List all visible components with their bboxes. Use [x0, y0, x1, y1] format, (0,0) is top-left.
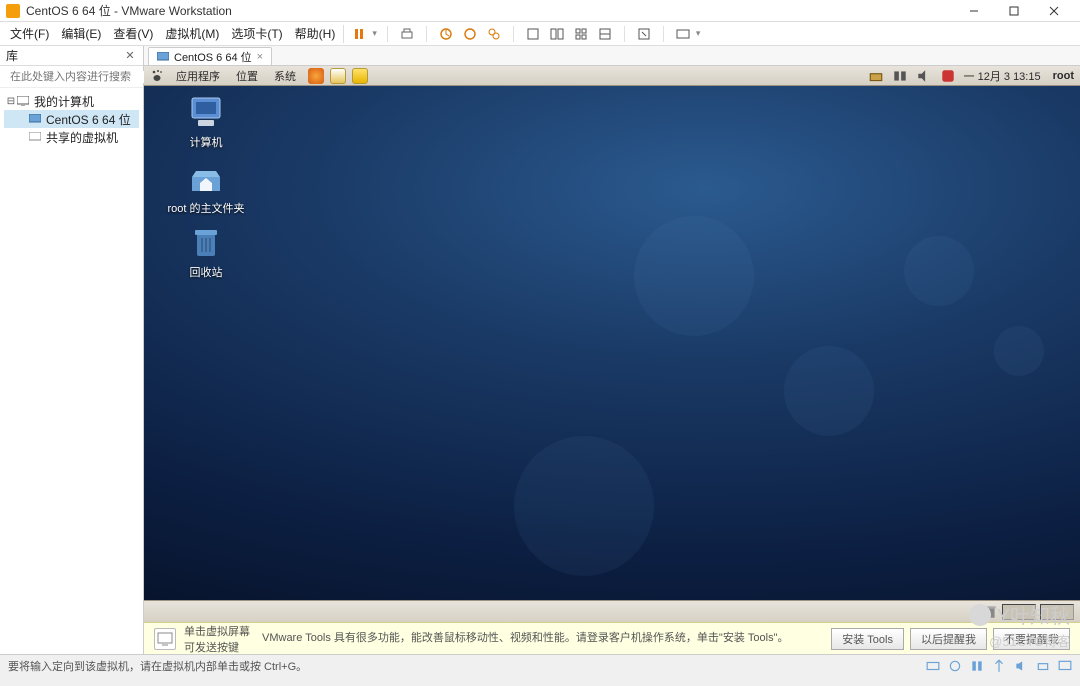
gnome-user[interactable]: root — [1053, 70, 1074, 82]
window-titlebar: CentOS 6 64 位 - VMware Workstation — [0, 0, 1080, 22]
shared-vm-icon — [28, 131, 42, 143]
desktop-trash-label: 回收站 — [164, 264, 248, 280]
fullscreen-icon[interactable] — [635, 25, 653, 43]
vm-tab[interactable]: CentOS 6 64 位 × — [148, 47, 272, 65]
view-unity-icon[interactable] — [596, 25, 614, 43]
library-search[interactable] — [0, 66, 143, 88]
gnome-foot-icon — [150, 69, 164, 83]
view-multi-icon[interactable] — [548, 25, 566, 43]
tree-my-computer[interactable]: ⊟ 我的计算机 — [4, 92, 139, 110]
library-close-icon[interactable]: ✕ — [123, 49, 137, 63]
library-tree: ⊟ 我的计算机 CentOS 6 64 位 共享的虚拟机 — [0, 88, 143, 150]
window-title: CentOS 6 64 位 - VMware Workstation — [26, 2, 954, 19]
menu-file[interactable]: 文件(F) — [4, 22, 55, 45]
vm-tab-icon — [157, 51, 169, 63]
notes-icon[interactable] — [352, 68, 368, 84]
volume-icon[interactable] — [916, 68, 932, 84]
gnome-clock[interactable]: 一 12月 3 13:15 — [964, 68, 1041, 84]
tree-item-label: CentOS 6 64 位 — [46, 111, 131, 128]
status-text: 要将输入定向到该虚拟机，请在虚拟机内部单击或按 Ctrl+G。 — [8, 658, 307, 674]
close-button[interactable] — [1034, 0, 1074, 22]
update-icon[interactable] — [868, 68, 884, 84]
gnome-desktop[interactable]: 计算机 root 的主文件夹 回收站 — [144, 86, 1080, 600]
suspend-icon[interactable] — [350, 25, 368, 43]
menu-view[interactable]: 查看(V) — [107, 22, 159, 45]
tree-item-shared[interactable]: 共享的虚拟机 — [4, 128, 139, 146]
install-tools-button[interactable]: 安装 Tools — [831, 628, 904, 650]
device-harddisk-icon[interactable] — [926, 659, 940, 673]
firefox-icon[interactable] — [308, 68, 324, 84]
send-ctrl-alt-del-icon[interactable] — [398, 25, 416, 43]
device-printer-icon[interactable] — [1036, 659, 1050, 673]
view-thumbnail-icon[interactable] — [572, 25, 590, 43]
power-off-icon[interactable] — [940, 68, 956, 84]
workspace-1[interactable] — [1002, 604, 1036, 620]
gnome-menu-places[interactable]: 位置 — [228, 68, 266, 84]
device-sound-icon[interactable] — [1014, 659, 1028, 673]
never-remind-button[interactable]: 不要提醒我 — [993, 628, 1070, 650]
menu-edit[interactable]: 编辑(E) — [55, 22, 107, 45]
workspace-2[interactable] — [1040, 604, 1074, 620]
power-dropdown-icon[interactable]: ▾ — [372, 28, 377, 39]
trash-applet-icon[interactable] — [982, 604, 998, 620]
guest-display[interactable]: 应用程序 位置 系统 一 12月 3 13:15 root — [144, 66, 1080, 622]
hint-message: VMware Tools 具有很多功能，能改善鼠标移动性、视频和性能。请登录客户… — [262, 631, 831, 645]
hint-line2: 可发送按键 — [184, 639, 250, 655]
snapshot-take-icon[interactable] — [437, 25, 455, 43]
gnome-bottom-panel — [144, 600, 1080, 622]
library-search-input[interactable] — [10, 71, 152, 83]
menu-help[interactable]: 帮助(H) — [289, 22, 342, 45]
stretch-icon[interactable] — [674, 25, 692, 43]
minimize-button[interactable] — [954, 0, 994, 22]
desktop-trash-icon[interactable]: 回收站 — [164, 226, 248, 280]
desktop-computer-label: 计算机 — [164, 134, 248, 150]
library-header: 库 ✕ — [0, 46, 143, 66]
remind-later-button[interactable]: 以后提醒我 — [910, 628, 987, 650]
menu-vm[interactable]: 虚拟机(M) — [159, 22, 225, 45]
tree-item-label: 共享的虚拟机 — [46, 129, 118, 146]
device-network-icon[interactable] — [970, 659, 984, 673]
monitor-icon — [16, 95, 30, 107]
tree-root-label: 我的计算机 — [34, 93, 94, 110]
device-display-icon[interactable] — [1058, 659, 1072, 673]
menu-tabs[interactable]: 选项卡(T) — [225, 22, 288, 45]
app-icon — [6, 4, 20, 18]
desktop-home-icon[interactable]: root 的主文件夹 — [164, 162, 248, 216]
tree-item-centos[interactable]: CentOS 6 64 位 — [4, 110, 139, 128]
hint-screen-icon — [154, 628, 176, 650]
maximize-button[interactable] — [994, 0, 1034, 22]
library-panel: 库 ✕ ⊟ 我的计算机 CentOS 6 64 位 共享的虚拟机 — [0, 46, 144, 654]
network-icon[interactable] — [892, 68, 908, 84]
tab-strip: CentOS 6 64 位 × — [144, 46, 1080, 66]
tab-close-icon[interactable]: × — [257, 51, 263, 63]
library-title: 库 — [6, 47, 123, 64]
snapshot-manager-icon[interactable] — [485, 25, 503, 43]
vm-tab-label: CentOS 6 64 位 — [174, 49, 252, 65]
desktop-home-label: root 的主文件夹 — [164, 200, 248, 216]
snapshot-revert-icon[interactable] — [461, 25, 479, 43]
desktop-computer-icon[interactable]: 计算机 — [164, 96, 248, 150]
gnome-menu-system[interactable]: 系统 — [266, 68, 304, 84]
file-manager-icon[interactable] — [330, 68, 346, 84]
vm-icon — [28, 113, 42, 125]
menu-bar: 文件(F) 编辑(E) 查看(V) 虚拟机(M) 选项卡(T) 帮助(H) ▾ … — [0, 22, 1080, 46]
device-cd-icon[interactable] — [948, 659, 962, 673]
gnome-menu-applications[interactable]: 应用程序 — [168, 68, 228, 84]
status-bar: 要将输入定向到该虚拟机，请在虚拟机内部单击或按 Ctrl+G。 — [0, 654, 1080, 676]
gnome-top-panel: 应用程序 位置 系统 一 12月 3 13:15 root — [144, 66, 1080, 86]
hint-line1: 单击虚拟屏幕 — [184, 623, 250, 639]
content-pane: CentOS 6 64 位 × 应用程序 位置 系统 — [144, 46, 1080, 654]
view-single-icon[interactable] — [524, 25, 542, 43]
device-usb-icon[interactable] — [992, 659, 1006, 673]
vmware-tools-hint: 单击虚拟屏幕 可发送按键 VMware Tools 具有很多功能，能改善鼠标移动… — [144, 622, 1080, 654]
device-icons — [926, 659, 1072, 673]
stretch-dropdown-icon[interactable]: ▾ — [696, 28, 701, 39]
